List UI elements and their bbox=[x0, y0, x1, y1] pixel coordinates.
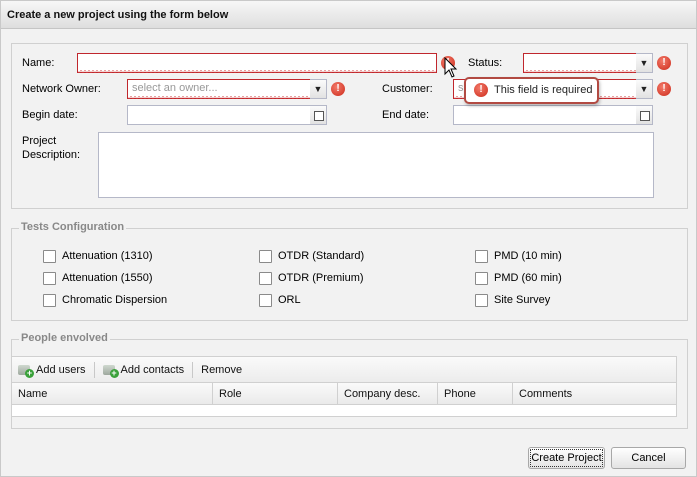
checkbox-chromatic-dispersion[interactable]: Chromatic Dispersion bbox=[43, 292, 167, 308]
customer-error-icon: ! bbox=[657, 82, 671, 96]
checkbox-label: Attenuation (1550) bbox=[62, 272, 153, 284]
column-header-company[interactable]: Company desc. bbox=[338, 383, 438, 404]
checkbox[interactable] bbox=[259, 271, 272, 285]
add-users-icon: + bbox=[18, 364, 34, 378]
network-owner-label: Network Owner: bbox=[22, 83, 101, 95]
name-label: Name: bbox=[22, 57, 55, 69]
checkbox[interactable] bbox=[259, 249, 272, 263]
checkbox-otdr-standard[interactable]: OTDR (Standard) bbox=[259, 248, 364, 264]
checkbox[interactable] bbox=[43, 249, 56, 263]
calendar-icon[interactable] bbox=[636, 105, 653, 125]
dialog-title: Create a new project using the form belo… bbox=[1, 1, 696, 29]
status-select[interactable] bbox=[523, 53, 637, 73]
customer-label: Customer: bbox=[382, 83, 433, 95]
cancel-button[interactable]: Cancel bbox=[611, 447, 686, 469]
description-label-line2: Description: bbox=[22, 149, 81, 161]
project-details-panel: Name: ! Status: ▼ ! Network Owner: selec… bbox=[11, 43, 688, 209]
customer-dropdown-trigger[interactable]: ▼ bbox=[636, 79, 653, 99]
people-grid: + Add users + Add contacts Remove Name R… bbox=[11, 356, 677, 417]
checkbox-label: Chromatic Dispersion bbox=[62, 294, 168, 306]
description-label-line1: Project bbox=[22, 135, 57, 147]
add-contacts-button[interactable]: + Add contacts bbox=[102, 363, 185, 378]
column-header-phone[interactable]: Phone bbox=[438, 383, 513, 404]
create-project-button[interactable]: Create Project bbox=[528, 447, 605, 469]
network-owner-dropdown-trigger[interactable]: ▼ bbox=[310, 79, 327, 99]
add-contacts-label: Add contacts bbox=[120, 363, 185, 376]
remove-label: Remove bbox=[201, 363, 243, 376]
toolbar-separator bbox=[93, 361, 95, 378]
end-date-input[interactable] bbox=[453, 105, 637, 125]
checkbox-label: ORL bbox=[278, 294, 301, 306]
column-header-role[interactable]: Role bbox=[213, 383, 338, 404]
column-header-name[interactable]: Name bbox=[12, 383, 213, 404]
checkbox[interactable] bbox=[475, 249, 488, 263]
checkbox-otdr-premium[interactable]: OTDR (Premium) bbox=[259, 270, 364, 286]
begin-date-label: Begin date: bbox=[22, 109, 78, 121]
checkbox-attenuation-1310[interactable]: Attenuation (1310) bbox=[43, 248, 153, 264]
checkbox-label: OTDR (Premium) bbox=[278, 272, 364, 284]
checkbox-label: Site Survey bbox=[494, 294, 551, 306]
begin-date-input[interactable] bbox=[127, 105, 311, 125]
checkbox[interactable] bbox=[43, 271, 56, 285]
tests-configuration-legend: Tests Configuration bbox=[19, 221, 127, 233]
network-owner-select[interactable]: select an owner... bbox=[127, 79, 311, 99]
checkbox-pmd-60min[interactable]: PMD (60 min) bbox=[475, 270, 562, 286]
toolbar-separator bbox=[192, 361, 194, 378]
people-legend: People envolved bbox=[19, 332, 110, 344]
checkbox-orl[interactable]: ORL bbox=[259, 292, 301, 308]
calendar-icon[interactable] bbox=[310, 105, 327, 125]
checkbox-label: OTDR (Standard) bbox=[278, 250, 365, 262]
network-owner-error-icon: ! bbox=[331, 82, 345, 96]
checkbox-label: PMD (60 min) bbox=[494, 272, 562, 284]
checkbox-pmd-10min[interactable]: PMD (10 min) bbox=[475, 248, 562, 264]
error-icon: ! bbox=[474, 83, 488, 97]
status-error-icon: ! bbox=[657, 56, 671, 70]
add-users-button[interactable]: + Add users bbox=[18, 363, 86, 378]
status-dropdown-trigger[interactable]: ▼ bbox=[636, 53, 653, 73]
status-label: Status: bbox=[468, 57, 503, 69]
checkbox[interactable] bbox=[475, 271, 488, 285]
checkbox-label: Attenuation (1310) bbox=[62, 250, 153, 262]
checkbox-attenuation-1550[interactable]: Attenuation (1550) bbox=[43, 270, 153, 286]
checkbox-label: PMD (10 min) bbox=[494, 250, 562, 262]
grid-header: Name Role Company desc. Phone Comments bbox=[12, 383, 676, 405]
add-users-label: Add users bbox=[36, 363, 86, 376]
chevron-down-icon: ▼ bbox=[639, 58, 649, 68]
end-date-label: End date: bbox=[382, 109, 430, 121]
mouse-cursor-icon bbox=[444, 57, 458, 78]
add-contacts-icon: + bbox=[102, 364, 119, 378]
column-header-comments[interactable]: Comments bbox=[513, 383, 676, 404]
chevron-down-icon: ▼ bbox=[639, 84, 649, 94]
chevron-down-icon: ▼ bbox=[313, 84, 323, 94]
people-toolbar: + Add users + Add contacts Remove bbox=[12, 357, 676, 383]
checkbox[interactable] bbox=[43, 293, 56, 307]
checkbox-site-survey[interactable]: Site Survey bbox=[475, 292, 550, 308]
name-input[interactable] bbox=[77, 53, 437, 73]
error-tooltip: ! This field is required bbox=[464, 77, 599, 104]
checkbox[interactable] bbox=[259, 293, 272, 307]
description-textarea[interactable] bbox=[98, 132, 654, 198]
error-tooltip-text: This field is required bbox=[494, 84, 593, 96]
checkbox[interactable] bbox=[475, 293, 488, 307]
remove-button[interactable]: Remove bbox=[201, 364, 242, 376]
create-project-dialog: Create a new project using the form belo… bbox=[0, 0, 697, 477]
